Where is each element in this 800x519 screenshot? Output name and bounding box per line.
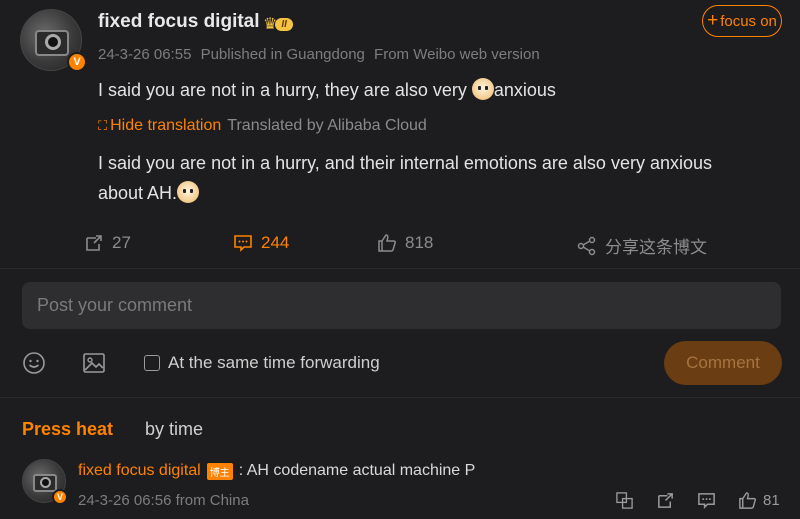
post-date[interactable]: 24-3-26 06:55 [98,46,191,63]
translate-icon: ⛶ [98,118,108,133]
comment-icon [234,235,252,252]
comment-input-container[interactable] [22,282,781,329]
verified-badge-icon: V [52,489,68,505]
post-source: From Weibo web version [374,46,540,63]
share-icon [577,236,596,255]
author-name[interactable]: fixed focus digital [98,11,260,33]
comment-input[interactable] [37,295,766,316]
follow-button[interactable]: + focus on [702,5,782,37]
camera-lens [40,477,51,488]
comment-icon[interactable] [697,491,716,510]
comment-meta: 24-3-26 06:56 from China [78,492,249,509]
comment-actions: 81 [615,491,780,510]
cat-emoji-icon [177,181,200,203]
comment-text: : AH codename actual machine P [238,462,476,479]
post-text-part1: I said you are not in a hurry, they are … [98,80,472,100]
forward-option[interactable]: At the same time forwarding [144,353,380,373]
forward-checkbox[interactable] [144,355,160,371]
emoji-icon[interactable] [22,351,46,375]
like-count: 818 [405,233,434,252]
translation-line-1: I said you are not in a hurry, and their… [98,153,712,173]
camera-lens [45,34,61,50]
translated-by-label: Translated by Alibaba Cloud [227,117,427,134]
thumbs-up-icon [378,234,396,252]
cat-emoji-icon [471,78,494,100]
translation-bar: ⛶ Hide translation Translated by Alibaba C… [98,117,427,135]
hide-translation-link[interactable]: Hide translation [110,117,221,134]
post-text-part2: anxious [493,80,556,100]
share-label: 分享这条博文 [605,238,707,257]
post-text: I said you are not in a hurry, they are … [98,75,556,105]
translate-icon[interactable] [615,491,634,510]
post-location: Published in Guangdong [200,46,365,63]
like-button[interactable]: 818 [377,233,433,253]
level-badge: II [275,17,293,31]
tab-press-heat[interactable]: Press heat [22,419,113,440]
repost-icon[interactable] [656,491,675,510]
thumbs-up-icon [739,492,756,509]
translation-line-2-wrap: about AH. [98,178,778,208]
section-divider [0,268,800,269]
plus-icon: + [707,10,719,31]
share-button[interactable]: 分享这条博文 [577,233,707,258]
image-icon[interactable] [82,351,106,375]
verified-badge-icon: V [67,52,87,72]
comment-button[interactable]: 244 [233,233,289,253]
follow-label: focus on [720,12,777,30]
repost-count: 27 [112,233,131,252]
submit-comment-button[interactable]: Comment [664,341,782,385]
author-tag: 博主 [206,462,233,480]
comment-like-count: 81 [763,492,780,509]
comment-line: fixed focus digital 博主 : AH codename act… [78,462,475,480]
repost-button[interactable]: 27 [84,233,131,253]
membership-crown-icon: ♛ II [263,14,293,34]
composer-divider [0,397,800,398]
comment-count: 244 [261,233,290,252]
translation-text: I said you are not in a hurry, and their… [98,148,778,208]
comment-like-button[interactable]: 81 [738,491,780,510]
translation-line-2: about AH. [98,183,178,203]
forward-label: At the same time forwarding [168,353,380,372]
repost-icon [86,235,102,251]
tab-by-time[interactable]: by time [145,419,203,440]
post-meta: 24-3-26 06:55 Published in Guangdong Fro… [98,46,545,63]
commenter-name[interactable]: fixed focus digital [78,462,201,480]
